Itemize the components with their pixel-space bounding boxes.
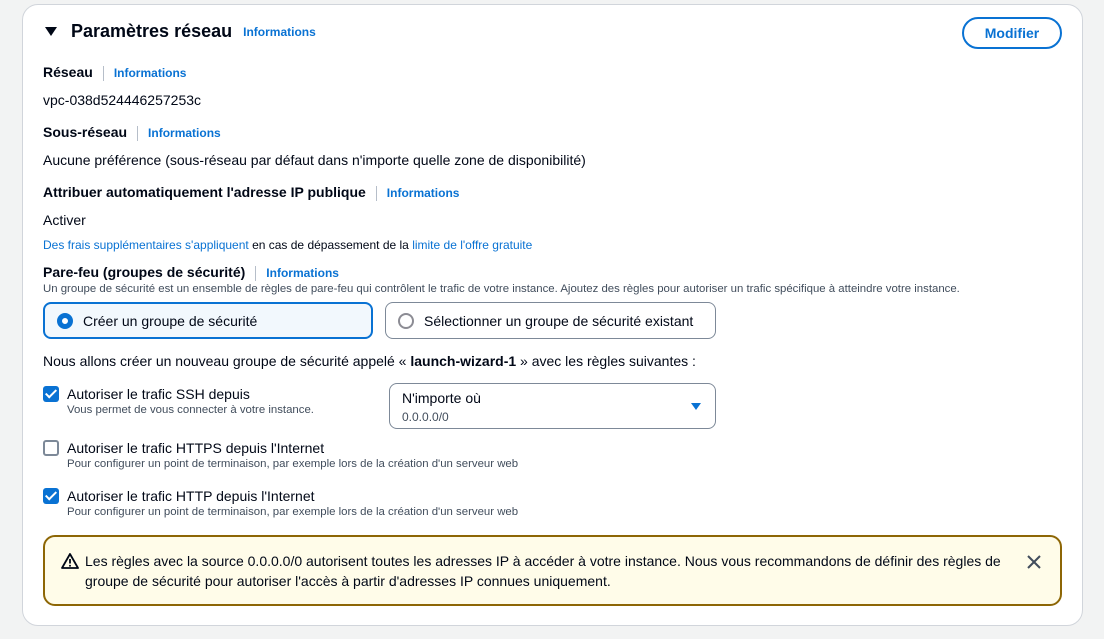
create-group-note: Nous allons créer un nouveau groupe de s…: [43, 353, 696, 369]
radio-unselected-icon[interactable]: [398, 312, 414, 329]
free-tier-link[interactable]: limite de l'offre gratuite: [412, 238, 532, 252]
create-security-group-label: Créer un groupe de sécurité: [83, 312, 258, 329]
divider: [137, 125, 139, 141]
create-group-suffix: » avec les règles suivantes :: [516, 353, 696, 369]
public-ip-value: Activer: [43, 212, 86, 228]
security-group-name: launch-wizard-1: [410, 353, 517, 369]
subnet-info-link[interactable]: Informations: [148, 126, 221, 140]
panel-header: Paramètres réseau Informations: [43, 21, 316, 42]
panel-title: Paramètres réseau: [71, 21, 233, 41]
network-value: vpc-038d524446257253c: [43, 92, 202, 108]
collapse-caret-icon[interactable]: [45, 27, 57, 36]
ssh-rule-label: Autoriser le trafic SSH depuis: [67, 386, 250, 402]
public-ip-label: Attribuer automatiquement l'adresse IP p…: [43, 184, 366, 200]
create-security-group-option[interactable]: Créer un groupe de sécurité: [43, 302, 373, 339]
charges-note: Des frais supplémentaires s'appliquent e…: [43, 238, 532, 252]
dropdown-arrow-icon[interactable]: [691, 403, 701, 410]
close-icon[interactable]: [1025, 553, 1043, 571]
subnet-label: Sous-réseau: [43, 124, 128, 140]
http-rule-description: Pour configurer un point de terminaison,…: [67, 506, 519, 518]
network-label: Réseau: [43, 64, 93, 80]
warning-icon: [61, 553, 79, 569]
charges-link[interactable]: Des frais supplémentaires s'appliquent: [43, 238, 249, 252]
select-existing-group-label: Sélectionner un groupe de sécurité exist…: [424, 312, 694, 329]
http-rule-label: Autoriser le trafic HTTP depuis l'Intern…: [67, 488, 315, 504]
create-group-prefix: Nous allons créer un nouveau groupe de s…: [43, 353, 411, 369]
divider: [375, 185, 377, 201]
ssh-source-cidr: 0.0.0.0/0: [402, 410, 449, 424]
modify-button[interactable]: Modifier: [962, 17, 1062, 49]
https-rule-description: Pour configurer un point de terminaison,…: [67, 458, 519, 470]
warning-text: Les règles avec la source 0.0.0.0/0 auto…: [85, 553, 1001, 589]
subnet-label-row: Sous-réseau Informations: [43, 124, 221, 141]
firewall-label: Pare-feu (groupes de sécurité): [43, 264, 246, 280]
https-rule-label: Autoriser le trafic HTTPS depuis l'Inter…: [67, 440, 325, 456]
firewall-description: Un groupe de sécurité est un ensemble de…: [43, 283, 960, 295]
http-checkbox[interactable]: [43, 488, 59, 504]
ssh-checkbox[interactable]: [43, 386, 59, 402]
network-settings-panel: Paramètres réseau Informations Modifier …: [22, 4, 1083, 626]
network-label-row: Réseau Informations: [43, 64, 186, 81]
radio-selected-icon[interactable]: [57, 312, 73, 329]
ssh-source-value: N'importe où: [402, 390, 481, 406]
charges-text: en cas de dépassement de la: [248, 238, 413, 252]
public-ip-label-row: Attribuer automatiquement l'adresse IP p…: [43, 184, 459, 201]
ssh-rule-description: Vous permet de vous connecter à votre in…: [67, 404, 314, 416]
ssh-source-select[interactable]: N'importe où 0.0.0.0/0: [389, 383, 716, 429]
public-ip-info-link[interactable]: Informations: [387, 186, 460, 200]
divider: [255, 265, 257, 281]
divider: [102, 65, 104, 81]
warning-alert: Les règles avec la source 0.0.0.0/0 auto…: [43, 535, 1062, 606]
network-info-link[interactable]: Informations: [114, 66, 187, 80]
firewall-label-row: Pare-feu (groupes de sécurité) Informatio…: [43, 264, 339, 281]
https-checkbox[interactable]: [43, 440, 59, 456]
select-existing-group-option[interactable]: Sélectionner un groupe de sécurité exist…: [385, 302, 716, 339]
firewall-info-link[interactable]: Informations: [266, 266, 339, 280]
panel-info-link[interactable]: Informations: [243, 25, 316, 39]
subnet-value: Aucune préférence (sous-réseau par défau…: [43, 152, 586, 168]
